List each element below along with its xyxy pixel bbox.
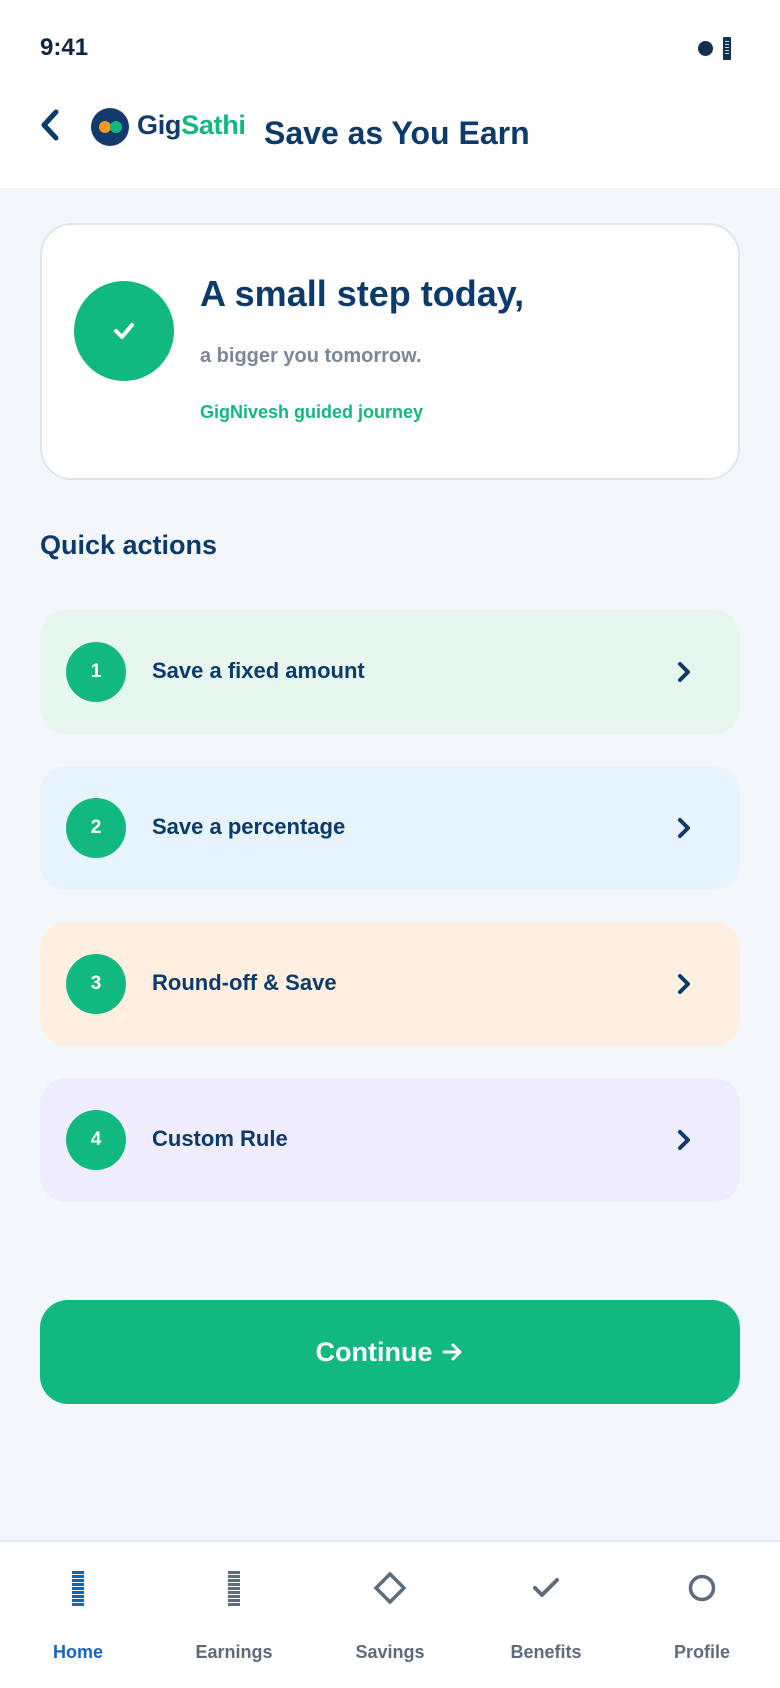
action-number-badge: 4	[66, 1110, 126, 1170]
status-time: 9:41	[40, 34, 89, 61]
action-label: Custom Rule	[152, 1126, 288, 1151]
camera-dot-icon	[698, 41, 713, 56]
check-icon	[526, 1568, 566, 1608]
chevron-right-icon	[678, 662, 690, 682]
action-number-badge: 1	[66, 642, 126, 702]
nav-item-savings[interactable]: Savings	[312, 1542, 468, 1688]
nav-label: Earnings	[195, 1642, 273, 1662]
nav-label: Benefits	[510, 1642, 582, 1662]
continue-button[interactable]: Continue	[40, 1300, 740, 1404]
hero-title: A small step today,	[200, 273, 525, 314]
check-icon	[114, 323, 134, 339]
battery-icon	[723, 37, 731, 60]
nav-label: Savings	[355, 1642, 425, 1662]
action-round-off-save[interactable]: 3 Round-off & Save	[40, 922, 740, 1046]
brand-name-part1: Gig	[137, 110, 182, 140]
chevron-right-icon	[678, 1130, 690, 1150]
quick-actions-title: Quick actions	[40, 530, 218, 560]
back-button[interactable]	[30, 103, 70, 147]
nav-item-earnings[interactable]: Earnings	[156, 1542, 312, 1688]
hero-tag: GigNivesh guided journey	[200, 402, 424, 422]
brand-name: GigSathi	[137, 110, 246, 141]
action-number-badge: 2	[66, 798, 126, 858]
brand-name-part2: Sathi	[181, 110, 246, 140]
continue-label: Continue	[315, 1336, 433, 1367]
bottom-nav: Home Earnings Savings Benefits Profile	[0, 1540, 780, 1688]
action-custom-rule[interactable]: 4 Custom Rule	[40, 1078, 740, 1202]
nav-label: Profile	[673, 1642, 730, 1662]
nav-label: Home	[52, 1642, 103, 1662]
home-icon	[58, 1568, 98, 1608]
app-header: GigSathi Save as You Earn	[0, 95, 780, 188]
chevron-right-icon	[678, 818, 690, 838]
nav-item-benefits[interactable]: Benefits	[468, 1542, 624, 1688]
status-bar: 9:41	[0, 0, 780, 95]
arrow-right-icon	[442, 1343, 462, 1361]
action-label: Round-off & Save	[152, 970, 337, 995]
hero-card: A small step today, a bigger you tomorro…	[40, 223, 740, 480]
nav-item-home[interactable]: Home	[0, 1542, 156, 1688]
action-number-badge: 3	[66, 954, 126, 1014]
action-save-percentage[interactable]: 2 Save a percentage	[40, 766, 740, 890]
hero-check-badge	[74, 281, 174, 381]
action-label: Save a fixed amount	[152, 658, 365, 683]
page-title: Save as You Earn	[264, 115, 530, 151]
chevron-right-icon	[678, 974, 690, 994]
diamond-icon	[370, 1568, 410, 1608]
chevron-left-icon	[41, 109, 59, 141]
hero-subtitle: a bigger you tomorrow.	[200, 345, 422, 367]
brand-logo-icon	[91, 108, 129, 146]
action-label: Save a percentage	[152, 814, 346, 839]
action-save-fixed-amount[interactable]: 1 Save a fixed amount	[40, 610, 740, 734]
nav-item-profile[interactable]: Profile	[624, 1542, 780, 1688]
circle-icon	[682, 1568, 722, 1608]
earnings-icon	[214, 1568, 254, 1608]
